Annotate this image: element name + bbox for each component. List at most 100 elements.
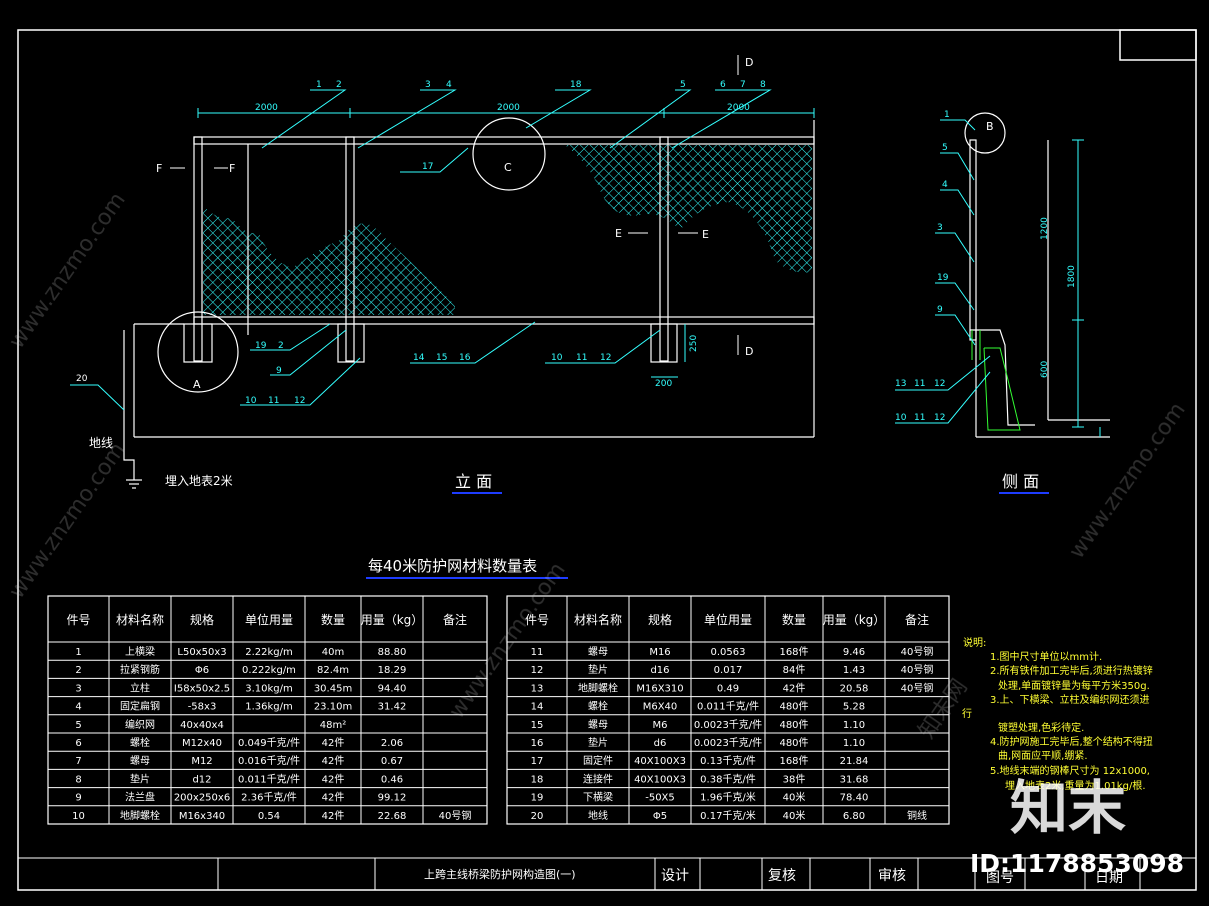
side-callout-12a: 12: [934, 379, 945, 389]
watermark-site-3: www.znzmo.com: [1064, 398, 1190, 563]
table-cell: 19: [531, 793, 544, 804]
callout-10a: 10: [245, 396, 257, 406]
side-detail-b: B: [986, 120, 994, 133]
note-line-7: 4.防护网施工完毕后,整个结构不得扭: [990, 735, 1153, 748]
side-callout-12b: 12: [934, 413, 945, 423]
detail-c-label: C: [504, 161, 512, 174]
table-cell: 20: [531, 811, 544, 822]
table-cell: 地脚螺栓: [120, 809, 160, 822]
elevation-title: 立 面: [455, 472, 492, 491]
table-cell: 23.10m: [314, 702, 352, 713]
table-cell: 螺母: [130, 755, 150, 767]
side-callout-10: 10: [895, 413, 907, 423]
table-cell: M12: [191, 756, 212, 767]
table-cell: 垫片: [588, 736, 608, 749]
side-callout-19: 19: [937, 273, 949, 283]
table-cell: 6.80: [843, 811, 865, 822]
table-cell: 30.45m: [314, 683, 352, 694]
callout-17: 17: [422, 162, 433, 172]
callout-8: 8: [760, 80, 766, 90]
callout-16: 16: [459, 353, 471, 363]
callout-12a: 12: [294, 396, 305, 406]
cad-drawing-canvas: 2000 2000 2000 200 250 1 2 3 4 18 5 6 7 …: [0, 0, 1209, 902]
table-cell: 法兰盘: [125, 791, 155, 804]
table-cell: 40号钢: [901, 645, 934, 658]
dim-plate-height: 250: [689, 335, 699, 352]
table-cell: 2.06: [381, 738, 403, 749]
dim-span-1: 2000: [255, 103, 278, 113]
side-callout-5: 5: [942, 143, 948, 153]
table-cell: 0.017: [714, 665, 743, 676]
callout-7: 7: [740, 80, 746, 90]
table-cell: 18.29: [378, 665, 407, 676]
table-cell: 31.42: [378, 702, 407, 713]
table-cell: 12: [531, 665, 544, 676]
table-cell: 16: [531, 738, 544, 749]
table-cell: 铜线: [907, 809, 927, 822]
table-cell: 上横梁: [125, 645, 155, 658]
side-title: 侧 面: [1002, 472, 1039, 491]
table-header-cell: 单位用量: [245, 612, 293, 627]
table-cell: 连接件: [583, 772, 613, 785]
table-cell: 1.96千克/米: [700, 791, 756, 804]
note-line-5: 行: [962, 707, 972, 720]
table-cell: M16: [649, 647, 670, 658]
table-cell: 8: [75, 774, 81, 785]
callout-2b: 2: [278, 341, 284, 351]
table-cell: 22.68: [378, 811, 407, 822]
table-cell: 1.43: [843, 665, 865, 676]
table-cell: 1.36kg/m: [245, 702, 293, 713]
section-e-left: E: [615, 227, 622, 240]
table-cell: d6: [654, 738, 667, 749]
table-cell: 9.46: [843, 647, 865, 658]
table-title: 每40米防护网材料数量表: [368, 557, 537, 575]
table-cell: 螺母: [588, 719, 608, 731]
callout-4: 4: [446, 80, 452, 90]
mesh-right: [565, 145, 812, 273]
table-cell: 0.016千克/件: [238, 755, 300, 767]
table-header-cell: 规格: [190, 612, 214, 627]
table-cell: 地脚螺栓: [578, 681, 618, 694]
table-cell: 3: [75, 683, 81, 694]
side-callout-3: 3: [937, 223, 943, 233]
design-label: 设计: [661, 868, 689, 884]
table-header-cell: 备注: [443, 612, 467, 627]
table-header-cell: 材料名称: [574, 612, 622, 627]
table-cell: 0.0023千克/件: [694, 737, 762, 749]
detail-a-label: A: [193, 378, 201, 391]
table-cell: 2.22kg/m: [245, 647, 293, 658]
table-cell: 168件: [779, 646, 808, 658]
table-cell: M16X310: [636, 683, 683, 694]
table-header-cell: 数量: [321, 612, 345, 627]
table-cell: 编织网: [125, 718, 155, 731]
table-header-cell: 材料名称: [116, 612, 164, 627]
table-cell: d16: [650, 665, 669, 676]
side-title-underline: [999, 492, 1049, 494]
note-line-3: 处理,单面镀锌量为每平方米350g.: [998, 679, 1150, 692]
callout-19: 19: [255, 341, 267, 351]
table-cell: 94.40: [378, 683, 407, 694]
callout-11a: 11: [268, 396, 279, 406]
callout-6: 6: [720, 80, 726, 90]
audit-label: 审核: [878, 868, 906, 884]
callout-10b: 10: [551, 353, 563, 363]
table-cell: 0.17千克/米: [700, 809, 756, 822]
table-cell: 0.46: [381, 774, 403, 785]
table-cell: 0.0023千克/件: [694, 719, 762, 731]
watermark-site-4: www.znzmo.com: [4, 438, 130, 603]
table-cell: 40X100X3: [634, 774, 686, 785]
table-cell: 1: [75, 647, 81, 658]
table-cell: 21.84: [840, 756, 869, 767]
section-e-right: E: [702, 228, 709, 241]
side-dim-1800: 1800: [1067, 265, 1077, 288]
table-cell: Φ5: [653, 811, 667, 822]
table-cell: 40号钢: [901, 681, 934, 694]
table-cell: 48m²: [320, 720, 346, 731]
table-cell: 0.38千克/件: [700, 773, 756, 785]
note-line-8: 曲,网面应平顺,绷紧.: [998, 749, 1088, 762]
table-cell: 31.68: [840, 774, 869, 785]
table-cell: L50x50x3: [177, 647, 226, 658]
table-cell: 11: [531, 647, 544, 658]
table-cell: 0.222kg/m: [242, 665, 296, 676]
review-label: 复核: [768, 867, 796, 884]
